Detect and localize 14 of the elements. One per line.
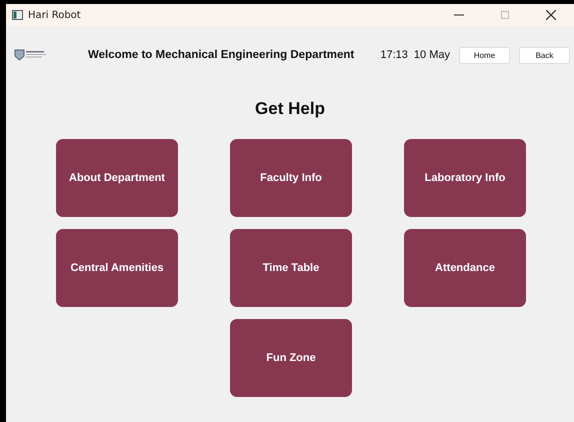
menu-button[interactable]: Time Table (230, 229, 352, 307)
clock-time: 17:13 (380, 49, 408, 61)
page-heading: Get Help (254, 98, 326, 120)
nav-button[interactable]: Back (519, 46, 570, 64)
menu-button[interactable]: Fun Zone (230, 319, 352, 397)
menu-button[interactable]: Laboratory Info (404, 139, 526, 217)
window-title: Hari Robot (28, 10, 82, 20)
menu-button[interactable]: Attendance (404, 229, 526, 307)
menu-button[interactable]: About Department (56, 139, 178, 217)
header-title: Welcome to Mechanical Engineering Department (88, 49, 356, 61)
clock-date: 10 May (414, 49, 450, 61)
menu-button[interactable]: Central Amenities (56, 229, 178, 307)
menu-button[interactable]: Faculty Info (230, 139, 352, 217)
nav-button[interactable]: Home (459, 46, 510, 64)
